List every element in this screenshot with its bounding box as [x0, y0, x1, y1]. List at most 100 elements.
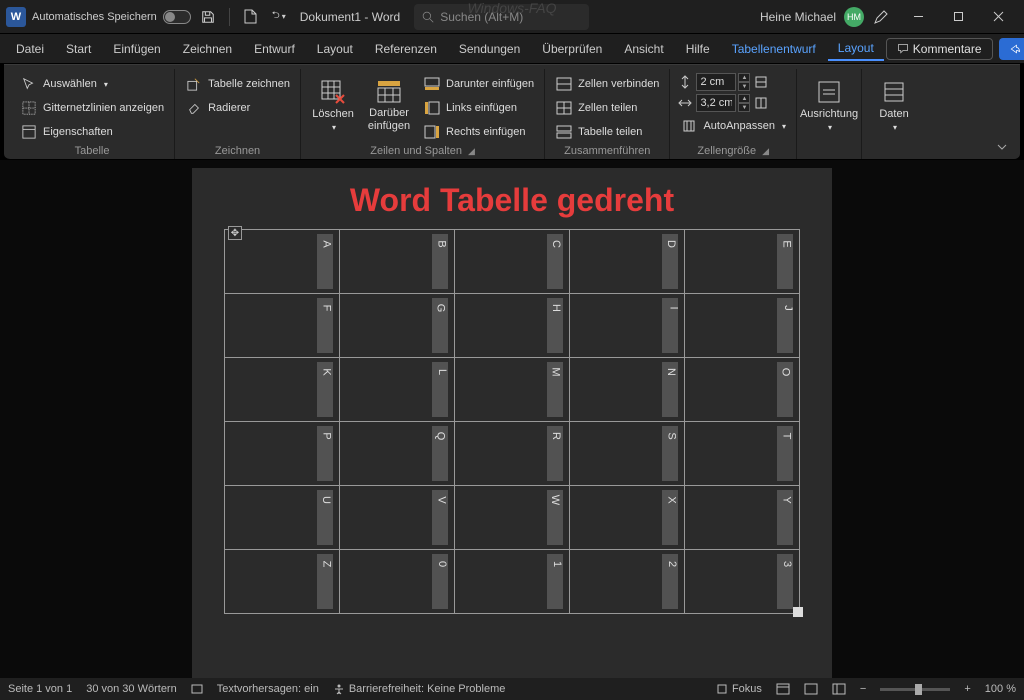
- table-cell[interactable]: I: [570, 294, 685, 358]
- table-cell[interactable]: G: [340, 294, 455, 358]
- table-cell[interactable]: Y: [685, 486, 800, 550]
- draw-table-button[interactable]: Tabelle zeichnen: [181, 73, 294, 95]
- alignment-button[interactable]: Ausrichtung▾: [803, 73, 855, 137]
- table-cell[interactable]: C: [455, 230, 570, 294]
- ribbon-collapse-button[interactable]: [990, 135, 1014, 159]
- table-cell[interactable]: Z: [225, 550, 340, 614]
- row-height-control[interactable]: ▲▼: [676, 73, 790, 91]
- maximize-button[interactable]: [938, 3, 978, 31]
- status-predictions[interactable]: Textvorhersagen: ein: [217, 683, 319, 695]
- tab-ueberpruefen[interactable]: Überprüfen: [532, 38, 612, 60]
- table-cell[interactable]: S: [570, 422, 685, 486]
- spin-up[interactable]: ▲: [738, 94, 750, 103]
- width-input[interactable]: [696, 94, 736, 112]
- table-cell[interactable]: H: [455, 294, 570, 358]
- search-input[interactable]: Suchen (Alt+M): [414, 4, 589, 30]
- table-cell[interactable]: U: [225, 486, 340, 550]
- page[interactable]: Word Tabelle gedreht ✥ ABCDEFGHIJKLMNOPQ…: [192, 168, 832, 678]
- tab-hilfe[interactable]: Hilfe: [676, 38, 720, 60]
- minimize-button[interactable]: [898, 3, 938, 31]
- table-cell[interactable]: A: [225, 230, 340, 294]
- zoom-in-button[interactable]: +: [964, 683, 970, 695]
- comments-button[interactable]: Kommentare: [886, 38, 993, 60]
- table-cell[interactable]: 1: [455, 550, 570, 614]
- table-cell[interactable]: V: [340, 486, 455, 550]
- status-accessibility[interactable]: Barrierefreiheit: Keine Probleme: [333, 683, 506, 695]
- tab-ansicht[interactable]: Ansicht: [614, 38, 673, 60]
- tab-zeichnen[interactable]: Zeichnen: [173, 38, 242, 60]
- tab-sendungen[interactable]: Sendungen: [449, 38, 530, 60]
- share-button[interactable]: Teilen: [999, 38, 1024, 60]
- table-cell[interactable]: X: [570, 486, 685, 550]
- split-table-button[interactable]: Tabelle teilen: [551, 121, 663, 143]
- data-button[interactable]: Daten▾: [868, 73, 920, 137]
- col-width-control[interactable]: ▲▼: [676, 94, 790, 112]
- close-button[interactable]: [978, 3, 1018, 31]
- table-cell[interactable]: O: [685, 358, 800, 422]
- properties-button[interactable]: Eigenschaften: [16, 121, 168, 143]
- distribute-cols-icon[interactable]: [752, 94, 770, 112]
- tab-layout[interactable]: Layout: [307, 38, 363, 60]
- table-cell[interactable]: N: [570, 358, 685, 422]
- view-print-icon[interactable]: [776, 683, 790, 695]
- status-page[interactable]: Seite 1 von 1: [8, 683, 72, 695]
- save-icon[interactable]: [197, 6, 219, 28]
- height-input[interactable]: [696, 73, 736, 91]
- status-focus[interactable]: Fokus: [716, 683, 762, 695]
- pen-icon[interactable]: [870, 6, 892, 28]
- tab-einfuegen[interactable]: Einfügen: [103, 38, 170, 60]
- status-language-icon[interactable]: [191, 683, 203, 695]
- user-account[interactable]: Heine Michael HM: [760, 7, 864, 27]
- dialog-launcher-icon[interactable]: ◢: [468, 146, 475, 157]
- tab-referenzen[interactable]: Referenzen: [365, 38, 447, 60]
- tab-datei[interactable]: Datei: [6, 38, 54, 60]
- zoom-slider[interactable]: [880, 688, 950, 691]
- table-cell[interactable]: P: [225, 422, 340, 486]
- undo-dropdown-icon[interactable]: ⮌▾: [268, 6, 290, 28]
- tab-start[interactable]: Start: [56, 38, 101, 60]
- table-cell[interactable]: 3: [685, 550, 800, 614]
- table-cell[interactable]: B: [340, 230, 455, 294]
- autosave-toggle[interactable]: [163, 10, 191, 24]
- document-table[interactable]: ABCDEFGHIJKLMNOPQRSTUVWXYZ0123: [224, 229, 800, 614]
- tab-table-layout[interactable]: Layout: [828, 37, 884, 61]
- table-cell[interactable]: F: [225, 294, 340, 358]
- spin-down[interactable]: ▼: [738, 82, 750, 91]
- table-cell[interactable]: L: [340, 358, 455, 422]
- autosave-control[interactable]: Automatisches Speichern: [32, 10, 191, 24]
- autofit-button[interactable]: AutoAnpassen▾: [676, 115, 790, 137]
- new-doc-icon[interactable]: [240, 6, 262, 28]
- table-cell[interactable]: D: [570, 230, 685, 294]
- insert-above-button[interactable]: Darüber einfügen: [363, 73, 415, 137]
- distribute-rows-icon[interactable]: [752, 73, 770, 91]
- table-cell[interactable]: J: [685, 294, 800, 358]
- zoom-level[interactable]: 100 %: [985, 683, 1016, 695]
- table-cell[interactable]: 2: [570, 550, 685, 614]
- view-web-icon[interactable]: [832, 683, 846, 695]
- insert-right-button[interactable]: Rechts einfügen: [419, 121, 538, 143]
- eraser-button[interactable]: Radierer: [181, 97, 294, 119]
- view-read-icon[interactable]: [804, 683, 818, 695]
- gridlines-button[interactable]: Gitternetzlinien anzeigen: [16, 97, 168, 119]
- table-cell[interactable]: W: [455, 486, 570, 550]
- document-area[interactable]: Word Tabelle gedreht ✥ ABCDEFGHIJKLMNOPQ…: [0, 160, 1024, 678]
- insert-below-button[interactable]: Darunter einfügen: [419, 73, 538, 95]
- table-resize-handle[interactable]: [793, 607, 803, 617]
- merge-cells-button[interactable]: Zellen verbinden: [551, 73, 663, 95]
- zoom-out-button[interactable]: −: [860, 683, 866, 695]
- split-cells-button[interactable]: Zellen teilen: [551, 97, 663, 119]
- dialog-launcher-icon[interactable]: ◢: [762, 146, 769, 157]
- table-cell[interactable]: R: [455, 422, 570, 486]
- insert-left-button[interactable]: Links einfügen: [419, 97, 538, 119]
- select-button[interactable]: Auswählen▾: [16, 73, 168, 95]
- spin-down[interactable]: ▼: [738, 103, 750, 112]
- table-cell[interactable]: Q: [340, 422, 455, 486]
- table-cell[interactable]: K: [225, 358, 340, 422]
- table-cell[interactable]: M: [455, 358, 570, 422]
- table-cell[interactable]: 0: [340, 550, 455, 614]
- tab-entwurf[interactable]: Entwurf: [244, 38, 305, 60]
- status-word-count[interactable]: 30 von 30 Wörtern: [86, 683, 177, 695]
- spin-up[interactable]: ▲: [738, 73, 750, 82]
- tab-tabellenentwurf[interactable]: Tabellenentwurf: [722, 38, 826, 60]
- table-cell[interactable]: E: [685, 230, 800, 294]
